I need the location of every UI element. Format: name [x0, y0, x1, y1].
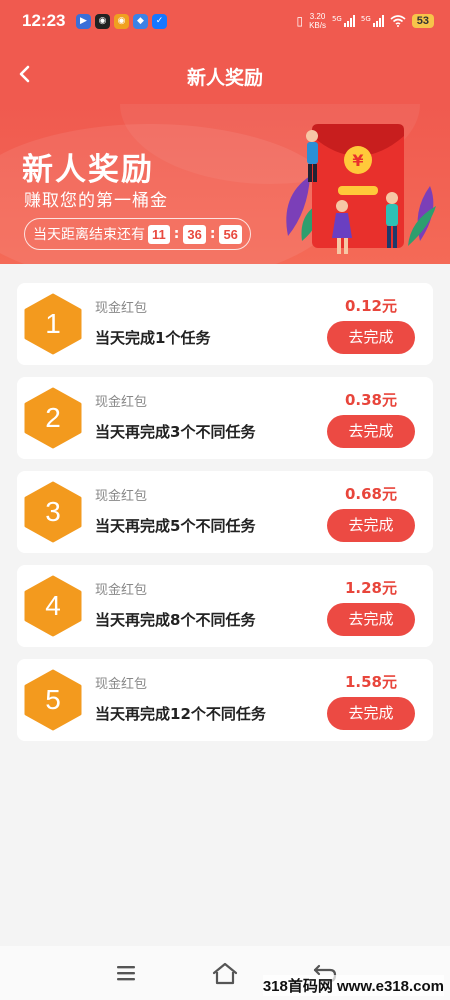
task-number: 3: [45, 496, 61, 527]
task-reward: 0.68元: [344, 485, 397, 503]
signal-icon: 5G: [332, 15, 355, 27]
task-card-2: 2 现金红包 当天再完成3个不同任务 0.38元 去完成: [17, 377, 433, 459]
task-description: 当天再完成3个不同任务: [95, 423, 256, 441]
task-type: 现金红包: [95, 583, 148, 598]
task-card-5: 5 现金红包 当天再完成12个不同任务 1.58元 去完成: [17, 659, 433, 741]
task-reward: 1.58元: [344, 673, 397, 691]
promo-banner: 新人奖励 赚取您的第一桶金 当天距离结束还有 11 : 36 : 56 ¥: [0, 104, 450, 264]
alipay-icon: ✓: [152, 14, 167, 29]
complete-task-button[interactable]: 去完成: [327, 603, 415, 636]
banner-subtitle: 赚取您的第一桶金: [24, 191, 168, 211]
task-type: 现金红包: [95, 489, 148, 504]
task-number: 5: [45, 684, 61, 715]
task-reward: 1.28元: [344, 579, 397, 597]
countdown: 当天距离结束还有 11 : 36 : 56: [24, 218, 251, 250]
menu-icon[interactable]: [112, 960, 140, 986]
task-description: 当天再完成5个不同任务: [95, 517, 256, 535]
signal-label-2: 5G: [360, 15, 371, 23]
page-title: 新人奖励: [186, 67, 263, 89]
vibrate-icon: ▯: [296, 14, 304, 28]
task-description: 当天再完成8个不同任务: [95, 611, 256, 629]
countdown-seconds: 56: [219, 224, 242, 244]
status-right: ▯ 3.20 KB/s 5G 5G 53: [296, 12, 434, 30]
browser-icon: ◆: [133, 14, 148, 29]
status-bar: 12:23 ▶ ◉ ◉ ◆ ✓ ▯ 3.20 KB/s 5G 5G 53: [0, 0, 450, 44]
countdown-separator: :: [209, 226, 216, 242]
page-header: 新人奖励: [0, 44, 450, 104]
banner-title: 新人奖励: [22, 152, 154, 188]
task-reward: 0.38元: [344, 391, 397, 409]
net-speed-unit: KB/s: [309, 21, 326, 30]
countdown-separator: :: [173, 226, 180, 242]
signal-icon-2: 5G: [361, 15, 384, 27]
complete-task-button[interactable]: 去完成: [327, 697, 415, 730]
countdown-hours: 11: [148, 224, 170, 244]
system-nav-bar: 318首码网 www.e318.com: [0, 946, 450, 1000]
signal-label: 5G: [331, 15, 342, 23]
task-description: 当天再完成12个不同任务: [95, 705, 266, 723]
task-reward: 0.12元: [344, 297, 397, 315]
battery-indicator: 53: [411, 14, 434, 28]
qq-alt-icon: ◉: [114, 14, 129, 29]
home-icon[interactable]: [211, 960, 239, 986]
task-number: 2: [45, 402, 61, 433]
status-app-icons: ▶ ◉ ◉ ◆ ✓: [76, 14, 167, 29]
net-speed: 3.20 KB/s: [309, 12, 326, 30]
task-card-1: 1 现金红包 当天完成1个任务 0.12元 去完成: [17, 283, 433, 365]
app-notification-icon: ▶: [76, 14, 91, 29]
task-number: 1: [45, 308, 61, 339]
watermark: 318首码网 www.e318.com: [262, 975, 444, 996]
person-figure: [306, 130, 318, 182]
complete-task-button[interactable]: 去完成: [327, 509, 415, 542]
qq-icon: ◉: [95, 14, 110, 29]
task-card-4: 4 现金红包 当天再完成8个不同任务 1.28元 去完成: [17, 565, 433, 647]
task-description: 当天完成1个任务: [95, 329, 211, 347]
complete-task-button[interactable]: 去完成: [327, 321, 415, 354]
task-type: 现金红包: [95, 395, 148, 410]
net-speed-value: 3.20: [309, 12, 326, 21]
countdown-label: 当天距离结束还有: [33, 227, 145, 243]
task-type: 现金红包: [95, 301, 148, 316]
complete-task-button[interactable]: 去完成: [327, 415, 415, 448]
wifi-icon: [390, 15, 406, 27]
task-card-3: 3 现金红包 当天再完成5个不同任务 0.68元 去完成: [17, 471, 433, 553]
red-envelope-illustration: ¥: [286, 124, 436, 254]
countdown-minutes: 36: [183, 224, 206, 244]
status-time: 12:23: [22, 11, 66, 30]
svg-text:¥: ¥: [352, 151, 363, 170]
task-type: 现金红包: [95, 677, 148, 692]
task-number: 4: [45, 590, 61, 621]
